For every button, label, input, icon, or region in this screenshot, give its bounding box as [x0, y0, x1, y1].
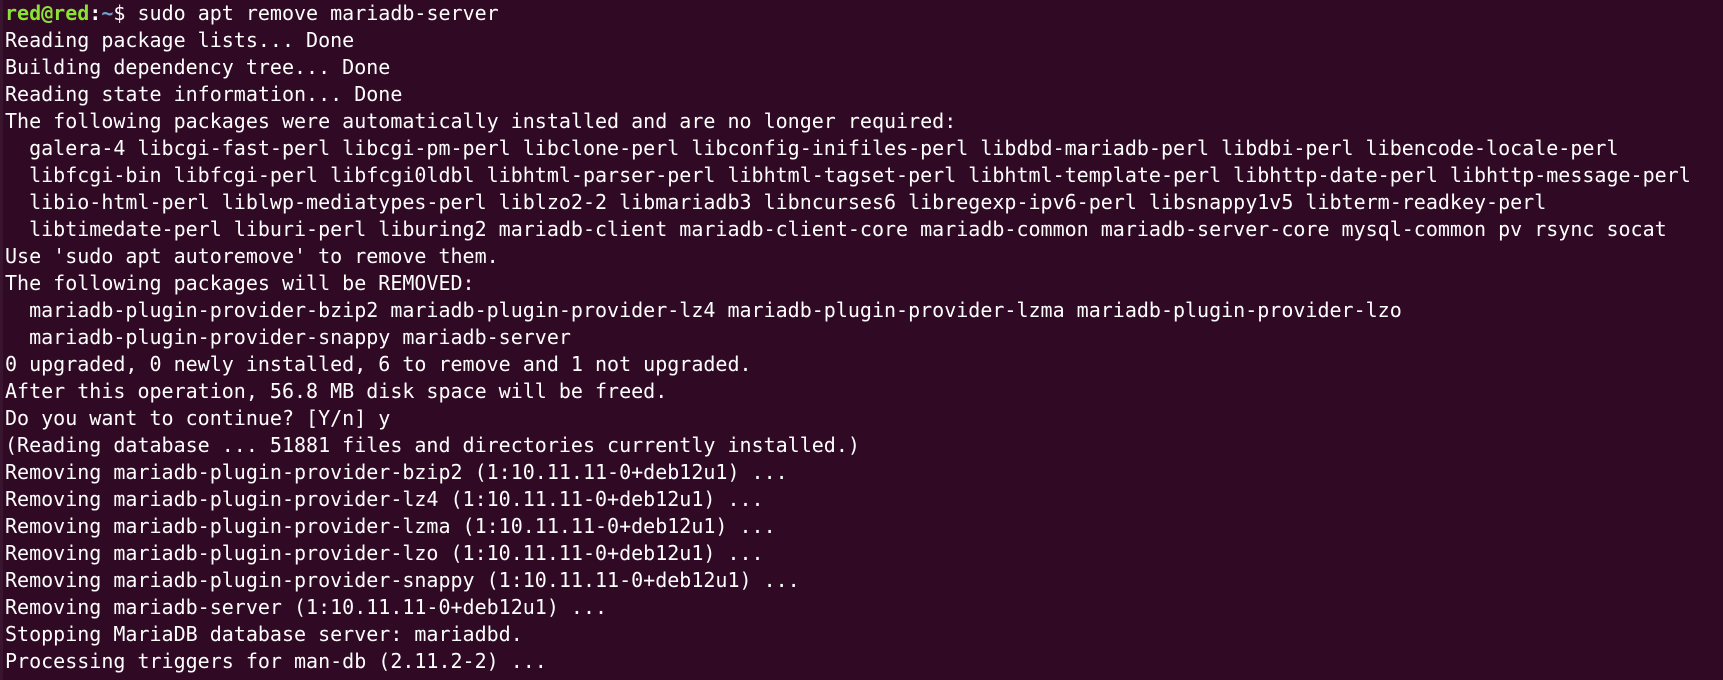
prompt-separator: :: [89, 1, 102, 25]
output-line: Reading state information... Done: [5, 82, 403, 106]
output-line: Processing triggers for man-db (2.11.2-2…: [5, 649, 547, 673]
output-line: After this operation, 56.8 MB disk space…: [5, 379, 668, 403]
output-line: The following packages were automaticall…: [5, 109, 957, 133]
prompt-path: ~: [101, 1, 114, 25]
output-line: (Reading database ... 51881 files and di…: [5, 433, 860, 457]
output-line: libfcgi-bin libfcgi-perl libfcgi0ldbl li…: [5, 163, 1691, 187]
output-line: 0 upgraded, 0 newly installed, 6 to remo…: [5, 352, 752, 376]
output-line: Stopping MariaDB database server: mariad…: [5, 622, 523, 646]
output-line: Building dependency tree... Done: [5, 55, 391, 79]
output-line: Removing mariadb-plugin-provider-lz4 (1:…: [5, 487, 764, 511]
window-edge: [0, 0, 3, 680]
prompt-symbol: $: [113, 1, 138, 25]
output-line: Removing mariadb-plugin-provider-bzip2 (…: [5, 460, 788, 484]
command-text: sudo apt remove mariadb-server: [137, 1, 499, 25]
output-line: Do you want to continue? [Y/n] y: [5, 406, 391, 430]
prompt-line: red@red:~$ sudo apt remove mariadb-serve…: [5, 0, 1691, 27]
output-line: libtimedate-perl liburi-perl liburing2 m…: [5, 217, 1667, 241]
output-line: Reading package lists... Done: [5, 28, 355, 52]
output-line: mariadb-plugin-provider-bzip2 mariadb-pl…: [5, 298, 1402, 322]
output-line: Removing mariadb-plugin-provider-lzo (1:…: [5, 541, 764, 565]
output-line: Removing mariadb-plugin-provider-lzma (1…: [5, 514, 776, 538]
prompt-user-host: red@red: [5, 1, 90, 25]
output-line: The following packages will be REMOVED:: [5, 271, 475, 295]
output-line: Removing mariadb-plugin-provider-snappy …: [5, 568, 800, 592]
terminal-window[interactable]: red@red:~$ sudo apt remove mariadb-serve…: [0, 0, 1723, 680]
terminal-output: red@red:~$ sudo apt remove mariadb-serve…: [5, 0, 1691, 675]
output-line: galera-4 libcgi-fast-perl libcgi-pm-perl…: [5, 136, 1619, 160]
output-line: libio-html-perl liblwp-mediatypes-perl l…: [5, 190, 1547, 214]
output-line: Removing mariadb-server (1:10.11.11-0+de…: [5, 595, 608, 619]
output-line: mariadb-plugin-provider-snappy mariadb-s…: [5, 325, 571, 349]
output-line: Use 'sudo apt autoremove' to remove them…: [5, 244, 499, 268]
